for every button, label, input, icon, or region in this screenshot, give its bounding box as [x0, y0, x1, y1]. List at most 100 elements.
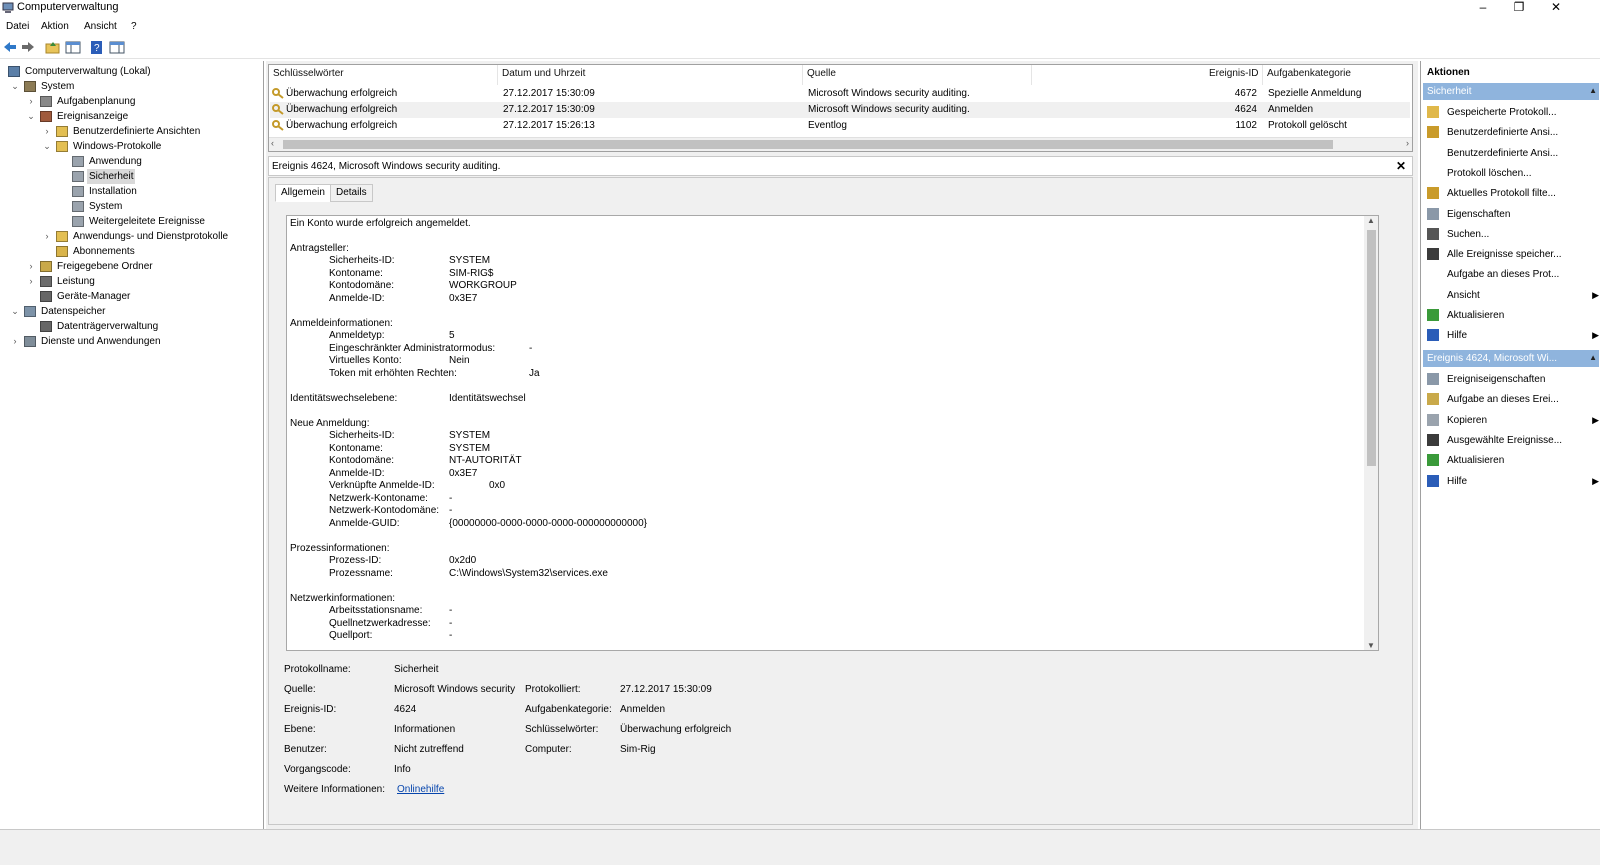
action-item[interactable]: Hilfe ▶: [1425, 473, 1599, 491]
event-row[interactable]: Überwachung erfolgreich 27.12.2017 15:30:…: [270, 86, 1410, 102]
tab-allgemein[interactable]: Allgemein: [275, 184, 331, 202]
action-item[interactable]: Aktuelles Protokoll filte...: [1425, 185, 1597, 203]
tree-item[interactable]: › Dienste und Anwendungen: [0, 334, 260, 349]
tree-item[interactable]: › Benutzerdefinierte Ansichten: [0, 124, 260, 139]
tree-item[interactable]: System: [0, 199, 260, 214]
collapse-up-icon[interactable]: ▲: [1589, 353, 1597, 362]
submenu-arrow-icon: ▶: [1592, 414, 1599, 425]
scrollbar-thumb[interactable]: [1367, 230, 1376, 466]
horizontal-scrollbar[interactable]: ‹ ›: [269, 137, 1412, 151]
description-value: 0x2d0: [449, 555, 477, 566]
description-value: -: [449, 618, 453, 629]
action-item[interactable]: Ausgewählte Ereignisse...: [1425, 432, 1597, 450]
help-icon[interactable]: ?: [89, 40, 105, 55]
action-item[interactable]: Eigenschaften: [1425, 206, 1597, 224]
event-row[interactable]: Überwachung erfolgreich 27.12.2017 15:26:…: [270, 118, 1410, 134]
task-icon: [1427, 393, 1439, 406]
description-label: Quellport:: [329, 630, 373, 641]
minimize-button[interactable]: –: [1468, 0, 1498, 16]
chevron-right-icon[interactable]: ›: [26, 94, 36, 109]
action-label: Aktualisieren: [1447, 455, 1505, 467]
action-item[interactable]: Gespeicherte Protokoll...: [1425, 104, 1597, 122]
collapse-up-icon[interactable]: ▲: [1589, 86, 1597, 95]
onlinehilfe-link[interactable]: Onlinehilfe: [397, 784, 444, 795]
actions-section-sicherheit[interactable]: Sicherheit ▲: [1423, 83, 1599, 100]
action-item[interactable]: Aktualisieren: [1425, 452, 1597, 470]
tree-item[interactable]: Installation: [0, 184, 260, 199]
action-item[interactable]: Ansicht ▶: [1425, 287, 1599, 305]
show-hide-console-tree-icon[interactable]: [65, 40, 81, 55]
close-window-button[interactable]: ✕: [1541, 0, 1571, 16]
tree-item[interactable]: › Aufgabenplanung: [0, 94, 260, 109]
up-folder-icon[interactable]: [45, 40, 61, 55]
chevron-right-icon[interactable]: ›: [42, 124, 52, 139]
tree-item[interactable]: ⌄ System: [0, 79, 260, 94]
tree-item[interactable]: Abonnements: [0, 244, 260, 259]
action-item[interactable]: Aktualisieren: [1425, 307, 1597, 325]
chevron-right-icon[interactable]: ›: [26, 274, 36, 289]
tree-item[interactable]: Sicherheit: [0, 169, 260, 184]
tree-item[interactable]: › Anwendungs- und Dienstprotokolle: [0, 229, 260, 244]
menu-aktion[interactable]: Aktion: [41, 21, 69, 32]
tree-item[interactable]: Datenträgerverwaltung: [0, 319, 260, 334]
column-header-datetime[interactable]: Datum und Uhrzeit: [502, 68, 585, 79]
actions-section-event[interactable]: Ereignis 4624, Microsoft Wi... ▲: [1423, 350, 1599, 367]
action-item[interactable]: Suchen...: [1425, 226, 1597, 244]
restore-button[interactable]: ❐: [1504, 0, 1534, 16]
chevron-down-icon[interactable]: ⌄: [42, 139, 52, 154]
vertical-scrollbar[interactable]: ▲ ▼: [1364, 216, 1378, 650]
tree-item[interactable]: Geräte-Manager: [0, 289, 260, 304]
back-icon[interactable]: [2, 40, 18, 55]
action-item[interactable]: Ereigniseigenschaften: [1425, 371, 1597, 389]
column-header-keywords[interactable]: Schlüsselwörter: [273, 68, 344, 79]
chevron-down-icon[interactable]: ⌄: [10, 304, 20, 319]
scrollbar-thumb[interactable]: [283, 140, 1333, 149]
forward-icon[interactable]: [20, 40, 36, 55]
action-item[interactable]: Benutzerdefinierte Ansi...: [1425, 124, 1597, 142]
services-icon: [24, 336, 36, 347]
action-item[interactable]: Aufgabe an dieses Prot...: [1425, 266, 1597, 284]
refresh-icon: [1427, 309, 1439, 321]
tree-item[interactable]: › Freigegebene Ordner: [0, 259, 260, 274]
action-item[interactable]: Hilfe ▶: [1425, 327, 1599, 345]
tree-item[interactable]: › Leistung: [0, 274, 260, 289]
tree-item[interactable]: Computerverwaltung (Lokal): [0, 64, 260, 79]
scroll-left-icon[interactable]: ‹: [271, 138, 274, 148]
description-label: Prozessinformationen:: [290, 543, 390, 554]
scroll-up-icon[interactable]: ▲: [1367, 216, 1375, 225]
scroll-down-icon[interactable]: ▼: [1367, 641, 1375, 650]
close-detail-icon[interactable]: ✕: [1396, 159, 1406, 173]
action-item[interactable]: Kopieren ▶: [1425, 412, 1599, 430]
column-header-source[interactable]: Quelle: [807, 68, 836, 79]
column-header-event-id[interactable]: Ereignis-ID: [1209, 68, 1258, 79]
column-header-task-category[interactable]: Aufgabenkategorie: [1267, 68, 1351, 79]
show-hide-action-pane-icon[interactable]: [109, 40, 125, 55]
description-value: -: [449, 493, 453, 504]
tab-details[interactable]: Details: [330, 184, 373, 202]
tree-item[interactable]: Anwendung: [0, 154, 260, 169]
event-detail-title: Ereignis 4624, Microsoft Windows securit…: [272, 161, 501, 172]
scroll-right-icon[interactable]: ›: [1406, 138, 1409, 148]
chevron-down-icon[interactable]: ⌄: [26, 109, 36, 124]
action-item[interactable]: Benutzerdefinierte Ansi...: [1425, 145, 1597, 163]
table-cell: Protokoll gelöscht: [1268, 120, 1347, 131]
event-row[interactable]: Überwachung erfolgreich 27.12.2017 15:30:…: [270, 102, 1410, 118]
menu-help[interactable]: ?: [131, 21, 137, 32]
chevron-right-icon[interactable]: ›: [42, 229, 52, 244]
tree-item[interactable]: Weitergeleitete Ereignisse: [0, 214, 260, 229]
description-label: Verknüpfte Anmelde-ID:: [329, 480, 435, 491]
tree-item[interactable]: ⌄ Windows-Protokolle: [0, 139, 260, 154]
tree-item[interactable]: ⌄ Datenspeicher: [0, 304, 260, 319]
chevron-right-icon[interactable]: ›: [10, 334, 20, 349]
action-item[interactable]: Protokoll löschen...: [1425, 165, 1597, 183]
action-item[interactable]: Alle Ereignisse speicher...: [1425, 246, 1597, 264]
chevron-right-icon[interactable]: ›: [26, 259, 36, 274]
menu-datei[interactable]: Datei: [6, 21, 29, 32]
event-description[interactable]: Ein Konto wurde erfolgreich angemeldet. A…: [286, 215, 1379, 651]
tree-item-label: Windows-Protokolle: [73, 141, 162, 152]
chevron-down-icon[interactable]: ⌄: [10, 79, 20, 94]
description-value: -: [449, 605, 453, 616]
tree-item[interactable]: ⌄ Ereignisanzeige: [0, 109, 260, 124]
menu-ansicht[interactable]: Ansicht: [84, 21, 117, 32]
action-item[interactable]: Aufgabe an dieses Erei...: [1425, 391, 1597, 409]
